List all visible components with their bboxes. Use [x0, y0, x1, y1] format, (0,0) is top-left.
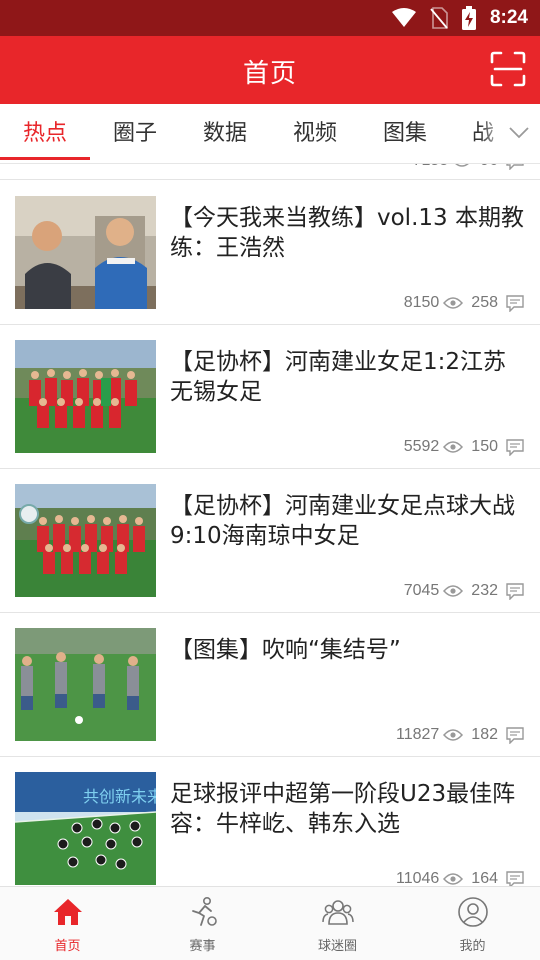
comment-icon: [506, 439, 524, 456]
item-stats: 11827 182: [396, 726, 524, 744]
comment-count: 182: [471, 726, 498, 743]
partial-list-item[interactable]: 7158 96: [0, 164, 540, 180]
item-stats: 7158 96: [413, 164, 524, 170]
comment-icon: [506, 164, 524, 170]
eye-icon: [443, 873, 464, 885]
fans-icon: [321, 900, 354, 925]
article-thumbnail: [15, 484, 156, 597]
wifi-icon: [391, 8, 416, 27]
view-count: 11827: [395, 726, 440, 743]
eye-icon: [455, 164, 470, 167]
status-bar: 8:24: [0, 0, 540, 36]
article-title: 【图集】吹响“集结号”: [170, 637, 401, 663]
list-item[interactable]: 【今天我来当教练】vol.13 本期教练：王浩然 8150 258: [0, 181, 540, 325]
nav-label: 我的: [459, 939, 486, 954]
scan-icon[interactable]: [490, 51, 526, 87]
comment-icon: [506, 727, 524, 744]
nav-label: 首页: [54, 939, 81, 954]
tab-data[interactable]: 数据: [180, 104, 270, 163]
article-title: 【今天我来当教练】vol.13 本期教练：王浩然: [170, 205, 524, 261]
bottom-navigation: 首页 赛事 球迷圈 我的: [0, 886, 540, 960]
comment-icon: [506, 583, 524, 600]
news-feed[interactable]: 7158 96 【今天我来当教练】vol.13 本期教练：王浩然 8150: [0, 164, 540, 886]
article-thumbnail: [15, 628, 156, 741]
article-thumbnail: [15, 196, 156, 309]
comment-count: 150: [471, 438, 498, 455]
eye-icon: [443, 297, 464, 309]
nav-profile[interactable]: 我的: [405, 887, 540, 960]
comment-icon: [506, 295, 524, 312]
eye-icon: [443, 729, 464, 741]
view-count: 8150: [403, 294, 440, 311]
view-count: 7045: [403, 582, 440, 599]
eye-icon: [443, 585, 464, 597]
tab-hot[interactable]: 热点: [0, 104, 90, 163]
eye-icon: [443, 441, 464, 453]
item-stats: 11046 164: [396, 870, 524, 886]
chevron-down-icon[interactable]: [508, 124, 530, 142]
home-icon: [53, 899, 82, 925]
tab-circle[interactable]: 圈子: [90, 104, 180, 163]
category-tabs: 热点 圈子 数据 视频 图集 战: [0, 104, 540, 164]
comment-icon: [506, 871, 524, 886]
tab-video[interactable]: 视频: [270, 104, 360, 163]
article-thumbnail: [15, 340, 156, 453]
view-count: 11046: [395, 870, 440, 886]
app-bar: 首页: [0, 36, 540, 104]
list-item[interactable]: 共创新未来 足球报评中超第一阶段U23最佳阵容：牛梓屹、韩东入选 11046 1…: [0, 757, 540, 886]
list-item[interactable]: 【足协杯】河南建业女足1:2江苏无锡女足 5592 150: [0, 325, 540, 469]
comment-count: 258: [471, 294, 498, 311]
thumbnail-banner: 共创新未来: [83, 787, 156, 806]
battery-charging-icon: [461, 6, 476, 30]
article-title: 【足协杯】河南建业女足点球大战9:10海南琼中女足: [170, 493, 515, 549]
item-stats: 5592 150: [404, 438, 524, 456]
nav-home[interactable]: 首页: [0, 887, 135, 960]
nav-label: 赛事: [189, 939, 216, 954]
tab-gallery[interactable]: 图集: [360, 104, 450, 163]
player-kick-icon: [191, 896, 217, 926]
no-sim-icon: [430, 7, 448, 29]
status-time: 8:24: [489, 7, 528, 28]
page-title: 首页: [242, 59, 297, 89]
nav-label: 球迷圈: [317, 939, 357, 954]
nav-fans[interactable]: 球迷圈: [270, 887, 405, 960]
item-stats: 7045 232: [404, 582, 524, 600]
tab-indicator: [0, 157, 90, 160]
comment-count: 232: [471, 582, 498, 599]
article-title: 足球报评中超第一阶段U23最佳阵容：牛梓屹、韩东入选: [170, 781, 516, 837]
article-thumbnail: 共创新未来: [15, 772, 156, 885]
nav-matches[interactable]: 赛事: [135, 887, 270, 960]
list-item[interactable]: 【足协杯】河南建业女足点球大战9:10海南琼中女足 7045 232: [0, 469, 540, 613]
item-stats: 8150 258: [404, 294, 524, 312]
comment-count: 164: [471, 870, 498, 886]
list-item[interactable]: 【图集】吹响“集结号” 11827 182: [0, 613, 540, 757]
comment-count: 96: [480, 164, 498, 170]
view-count: 7158: [413, 164, 449, 170]
view-count: 5592: [403, 438, 440, 455]
profile-icon: [457, 897, 488, 927]
article-title: 【足协杯】河南建业女足1:2江苏无锡女足: [170, 349, 507, 405]
